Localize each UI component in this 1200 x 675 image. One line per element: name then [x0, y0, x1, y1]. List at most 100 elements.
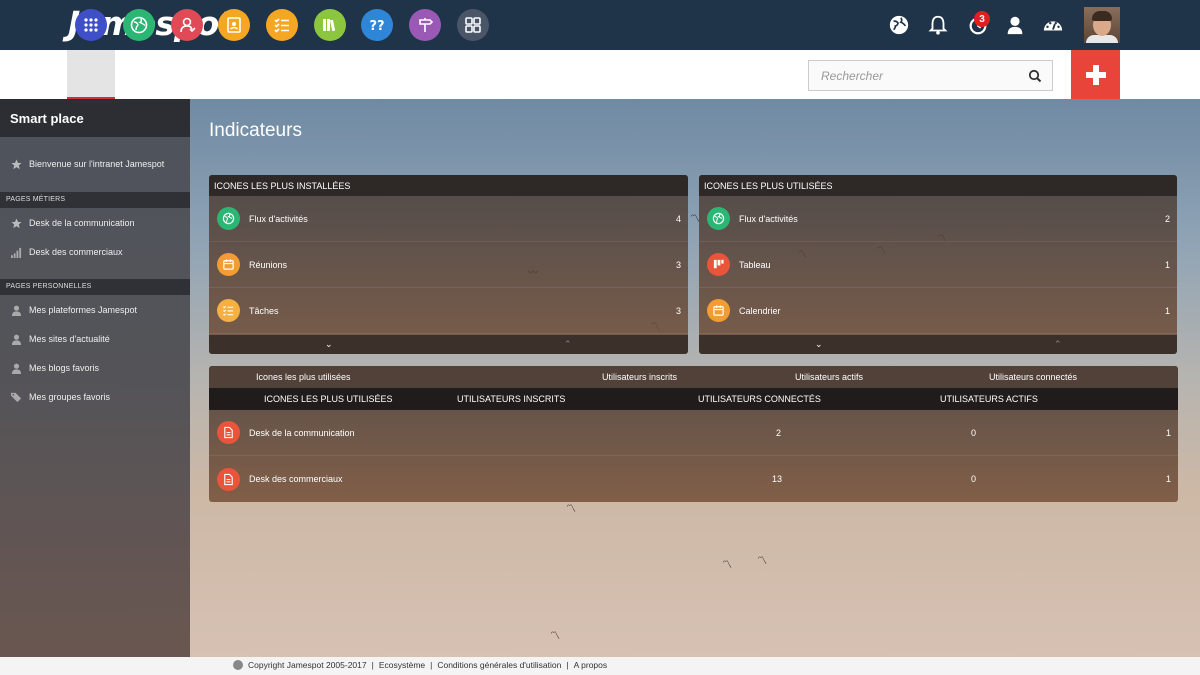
user-icon: [10, 304, 22, 316]
tab-icons-most-used[interactable]: Icones les plus utilisées: [256, 372, 351, 382]
column-header[interactable]: UTILISATEURS CONNECTÉS: [698, 394, 821, 404]
item-count: 2: [1164, 213, 1170, 224]
tasks-icon[interactable]: [266, 9, 298, 41]
item-label: Calendrier: [739, 305, 781, 316]
users-icon[interactable]: [171, 9, 203, 41]
panel-footer: ⌄ ⌃: [699, 335, 1177, 354]
item-label: Réunions: [249, 259, 288, 270]
cell-value: 0: [971, 427, 977, 438]
activity-feed-icon[interactable]: [123, 9, 155, 41]
page-title: Indicateurs: [209, 120, 302, 141]
widgets-icon[interactable]: [457, 9, 489, 41]
panel-most-used: ICONES LES PLUS UTILISÉES Flux d'activit…: [699, 175, 1177, 354]
bird-decoration: 〽: [550, 631, 560, 642]
footer-link-about[interactable]: A propos: [574, 660, 608, 670]
item-count: 3: [675, 305, 681, 316]
panel-header: ICONES LES PLUS INSTALLÉES: [209, 175, 688, 196]
dashboard-icon[interactable]: [1041, 13, 1065, 37]
sidebar-item-label: Mes sites d'actualité: [29, 334, 110, 344]
tags-icon: [10, 391, 22, 403]
sidebar-item-desk-communication[interactable]: Desk de la communication: [0, 210, 190, 236]
library-icon[interactable]: [314, 9, 346, 41]
table-row[interactable]: Desk des commerciaux 13 0 1: [209, 456, 1178, 502]
signpost-icon[interactable]: [409, 9, 441, 41]
sidebar: Smart place Bienvenue sur l'intranet Jam…: [0, 99, 190, 657]
jamespot-logo-icon: [233, 660, 243, 670]
list-item[interactable]: Tâches 3: [209, 288, 688, 334]
star-icon: [10, 217, 22, 229]
user-icon[interactable]: [1003, 13, 1027, 37]
directory-icon[interactable]: [218, 9, 250, 41]
search-box: [808, 60, 1053, 91]
star-icon: [10, 158, 22, 170]
globe-icon: [707, 207, 730, 230]
stats-tabs: Icones les plus utilisées Utilisateurs i…: [209, 366, 1178, 388]
tab-active-users[interactable]: Utilisateurs actifs: [795, 372, 863, 382]
sidebar-item-welcome[interactable]: Bienvenue sur l'intranet Jamespot: [0, 151, 190, 177]
search-icon[interactable]: [1028, 69, 1042, 83]
search-input[interactable]: [809, 61, 1019, 90]
chevron-up-icon[interactable]: ⌃: [1054, 339, 1062, 350]
sidebar-item-groupes[interactable]: Mes groupes favoris: [0, 384, 190, 410]
bell-icon[interactable]: [926, 13, 950, 37]
row-label: Desk de la communication: [249, 427, 355, 438]
sidebar-title: Smart place: [0, 99, 190, 137]
section-pages-personnelles: PAGES PERSONNELLES: [0, 279, 190, 295]
footer: Copyright Jamespot 2005-2017 | Ecosystèm…: [0, 657, 1200, 675]
globe-icon: [217, 207, 240, 230]
calendar-icon: [217, 253, 240, 276]
sidebar-item-label: Mes plateformes Jamespot: [29, 305, 138, 315]
cell-value: 0: [971, 474, 977, 484]
footer-separator: |: [430, 660, 433, 670]
item-label: Flux d'activités: [739, 213, 798, 224]
sidebar-item-desk-commerciaux[interactable]: Desk des commerciaux: [0, 239, 190, 265]
footer-link-terms[interactable]: Conditions générales d'utilisation: [437, 660, 561, 670]
sidebar-item-label: Desk des commerciaux: [29, 247, 123, 257]
cell-value: 1: [1166, 427, 1172, 438]
panel-most-installed: ICONES LES PLUS INSTALLÉES Flux d'activi…: [209, 175, 688, 354]
sidebar-item-label: Mes blogs favoris: [29, 363, 100, 373]
plus-icon: [1085, 64, 1106, 85]
item-count: 1: [1164, 259, 1170, 270]
app-active-indicator: [67, 50, 115, 99]
list-item[interactable]: Flux d'activités 2: [699, 196, 1177, 242]
sidebar-item-label: Mes groupes favoris: [29, 392, 111, 402]
cell-value: 1: [1166, 474, 1172, 484]
section-pages-metiers: PAGES MÉTIERS: [0, 192, 190, 208]
list-item[interactable]: Réunions 3: [209, 242, 688, 288]
chevron-down-icon[interactable]: ⌄: [325, 339, 333, 350]
column-header[interactable]: ICONES LES PLUS UTILISÉES: [264, 394, 393, 404]
footer-separator: |: [566, 660, 569, 670]
chevron-up-icon[interactable]: ⌃: [564, 339, 572, 350]
board-icon: [707, 253, 730, 276]
tab-connected-users[interactable]: Utilisateurs connectés: [989, 372, 1077, 382]
globe-icon[interactable]: [887, 13, 911, 37]
item-label: Tâches: [249, 305, 279, 316]
chevron-down-icon[interactable]: ⌄: [815, 339, 823, 350]
table-row[interactable]: Desk de la communication 2 0 1: [209, 410, 1178, 456]
faq-icon[interactable]: ??: [361, 9, 393, 41]
cell-value: 2: [776, 427, 782, 438]
apps-grid-icon[interactable]: [75, 9, 107, 41]
bird-decoration: 〽: [722, 560, 732, 571]
footer-link-ecosystem[interactable]: Ecosystème: [379, 660, 425, 670]
row-label: Desk des commerciaux: [249, 474, 343, 484]
list-item[interactable]: Calendrier 1: [699, 288, 1177, 334]
sidebar-item-blogs[interactable]: Mes blogs favoris: [0, 355, 190, 381]
item-count: 1: [1164, 305, 1170, 316]
svg-text:??: ??: [369, 19, 384, 34]
avatar[interactable]: [1084, 7, 1120, 43]
column-header[interactable]: UTILISATEURS INSCRITS: [457, 394, 565, 404]
calendar-icon: [707, 299, 730, 322]
tab-registered-users[interactable]: Utilisateurs inscrits: [602, 372, 677, 382]
sidebar-item-label: Desk de la communication: [29, 218, 135, 228]
column-header[interactable]: UTILISATEURS ACTIFS: [940, 394, 1038, 404]
list-item[interactable]: Tableau 1: [699, 242, 1177, 288]
sidebar-item-sites[interactable]: Mes sites d'actualité: [0, 326, 190, 352]
add-button[interactable]: [1071, 50, 1120, 99]
sidebar-item-plateformes[interactable]: Mes plateformes Jamespot: [0, 297, 190, 323]
list-item[interactable]: Flux d'activités 4: [209, 196, 688, 242]
document-icon: [217, 421, 240, 444]
notification-badge: 3: [974, 11, 990, 27]
sidebar-item-label: Bienvenue sur l'intranet Jamespot: [29, 159, 165, 169]
